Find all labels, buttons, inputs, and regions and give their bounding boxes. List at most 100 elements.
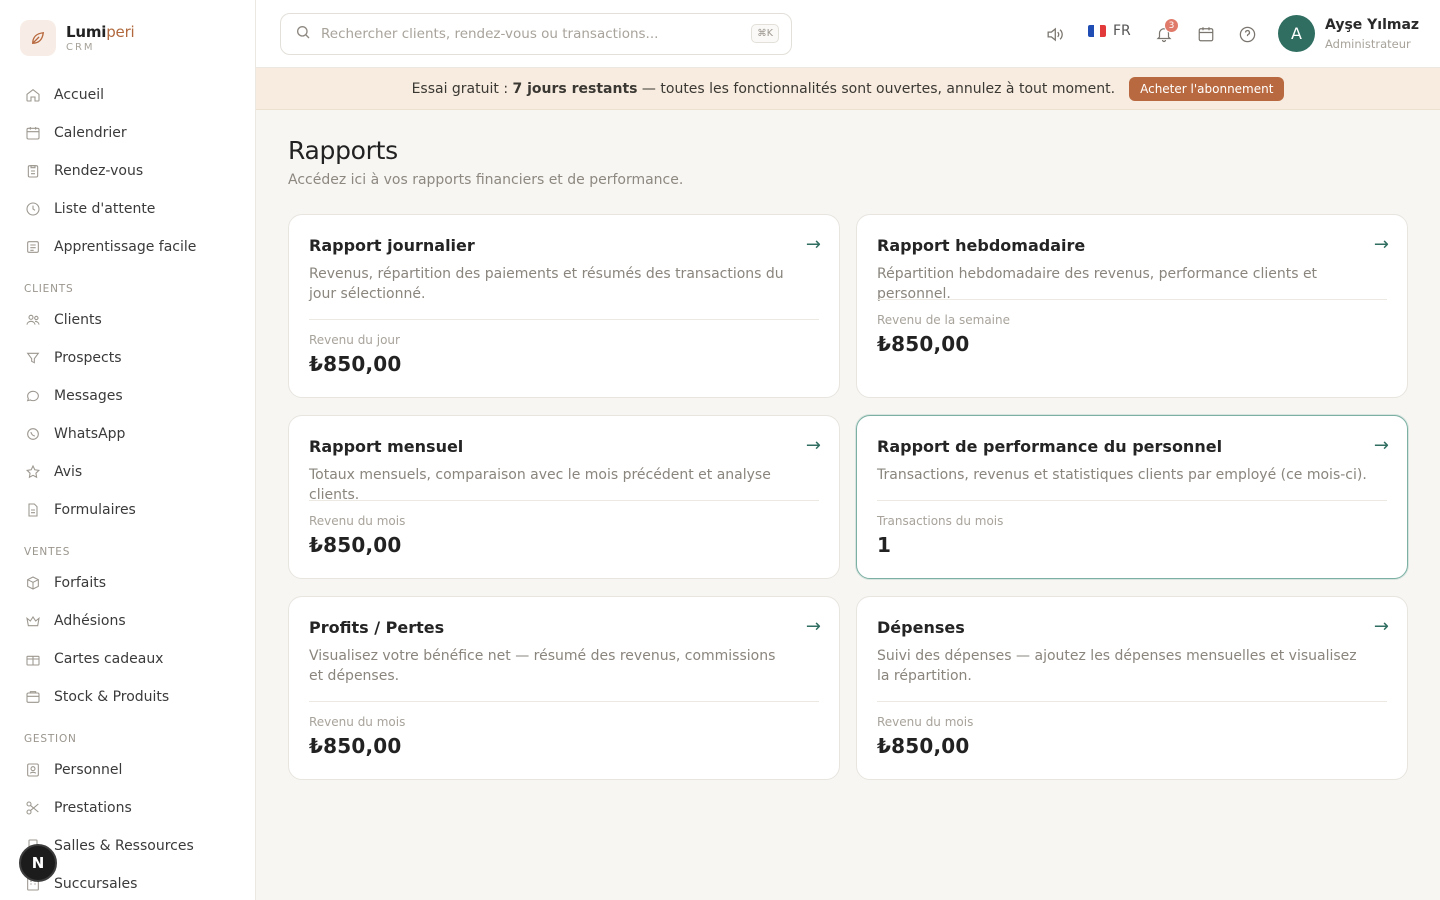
sidebar-item-prospects[interactable]: Prospects (0, 339, 255, 377)
crown-icon (24, 612, 42, 630)
sidebar-item-label: Adhésions (54, 613, 126, 629)
card-title: Profits / Pertes (309, 618, 445, 637)
card-divider (309, 500, 819, 501)
brand-name: Lumiperi (66, 23, 135, 41)
scissors-icon (24, 799, 42, 817)
sidebar-item-avis[interactable]: Avis (0, 453, 255, 491)
card-divider (877, 701, 1387, 702)
gift-icon (24, 650, 42, 668)
card-description: Totaux mensuels, comparaison avec le moi… (309, 467, 771, 503)
document-icon (24, 501, 42, 519)
arrow-right-icon: → (805, 616, 821, 637)
sidebar-nav: Accueil Calendrier Rendez-vous Liste d'a… (0, 76, 255, 900)
floating-n-button[interactable]: N (19, 844, 57, 882)
sidebar-item-formulaires[interactable]: Formulaires (0, 491, 255, 529)
speaker-icon[interactable] (1042, 22, 1066, 46)
brand-subtitle: CRM (66, 42, 95, 53)
calendar-icon[interactable] (1194, 22, 1218, 46)
sidebar-item-prestations[interactable]: Prestations (0, 789, 255, 827)
search-input[interactable] (321, 26, 741, 42)
arrow-right-icon: → (1373, 616, 1389, 637)
card-metric-label: Transactions du mois (877, 514, 1004, 528)
topbar: ⌘K FR 3 A Ayşe Yılmaz Administrateur (256, 0, 1440, 68)
sidebar-item-forfaits[interactable]: Forfaits (0, 564, 255, 602)
brand[interactable]: Lumiperi CRM (0, 0, 255, 76)
sidebar-item-clients[interactable]: Clients (0, 301, 255, 339)
card-description: Transactions, revenus et statistiques cl… (877, 467, 1367, 483)
users-icon (24, 311, 42, 329)
banner-text: Essai gratuit : 7 jours restants — toute… (411, 80, 1116, 97)
sidebar-item-label: Salles & Ressources (54, 838, 194, 854)
sidebar-item-adhesions[interactable]: Adhésions (0, 602, 255, 640)
report-card-staff-performance[interactable]: Rapport de performance du personnel → Tr… (856, 415, 1408, 579)
sidebar-item-label: Apprentissage facile (54, 239, 197, 255)
whatsapp-icon (24, 425, 42, 443)
sidebar-item-label: Forfaits (54, 575, 107, 591)
language-selector[interactable]: FR (1088, 23, 1131, 39)
avatar[interactable]: A (1278, 15, 1315, 52)
sidebar-item-personnel[interactable]: Personnel (0, 751, 255, 789)
help-icon[interactable] (1235, 22, 1259, 46)
language-label: FR (1113, 23, 1131, 39)
home-icon (24, 86, 42, 104)
sidebar-item-messages[interactable]: Messages (0, 377, 255, 415)
arrow-right-icon: → (805, 435, 821, 456)
report-card-weekly[interactable]: Rapport hebdomadaire → Répartition hebdo… (856, 214, 1408, 398)
sidebar-item-label: Rendez-vous (54, 163, 144, 179)
report-card-monthly[interactable]: Rapport mensuel → Totaux mensuels, compa… (288, 415, 840, 579)
page-title: Rapports (288, 136, 398, 165)
card-metric-value: ₺850,00 (309, 352, 402, 376)
card-title: Rapport journalier (309, 236, 475, 255)
sidebar-item-label: Formulaires (54, 502, 136, 518)
notification-count-badge: 3 (1164, 18, 1179, 33)
sidebar-item-label: Accueil (54, 87, 104, 103)
french-flag-icon (1088, 25, 1106, 37)
card-metric-label: Revenu du mois (309, 514, 406, 528)
sidebar-item-calendrier[interactable]: Calendrier (0, 114, 255, 152)
page-subtitle: Accédez ici à vos rapports financiers et… (288, 172, 684, 188)
report-card-profit-loss[interactable]: Profits / Pertes → Visualisez votre béné… (288, 596, 840, 780)
sidebar-item-apprentissage[interactable]: Apprentissage facile (0, 228, 255, 266)
card-title: Rapport hebdomadaire (877, 236, 1086, 255)
card-divider (309, 319, 819, 320)
sidebar-item-label: Prospects (54, 350, 122, 366)
card-metric-value: ₺850,00 (877, 332, 970, 356)
sidebar-section-title: VENTES (24, 546, 71, 558)
search-icon (295, 24, 311, 44)
search-box[interactable]: ⌘K (280, 13, 792, 55)
sidebar-item-accueil[interactable]: Accueil (0, 76, 255, 114)
sidebar-item-whatsapp[interactable]: WhatsApp (0, 415, 255, 453)
sidebar-item-cartes-cadeaux[interactable]: Cartes cadeaux (0, 640, 255, 678)
card-metric-value: 1 (877, 533, 892, 557)
report-card-daily[interactable]: Rapport journalier → Revenus, répartitio… (288, 214, 840, 398)
sidebar-item-rendez-vous[interactable]: Rendez-vous (0, 152, 255, 190)
inventory-icon (24, 688, 42, 706)
sidebar-item-label: Cartes cadeaux (54, 651, 164, 667)
box-icon (24, 574, 42, 592)
card-description: Revenus, répartition des paiements et ré… (309, 266, 784, 302)
sidebar-item-stock[interactable]: Stock & Produits (0, 678, 255, 716)
sidebar-item-label: Stock & Produits (54, 689, 170, 705)
sidebar-item-label: Personnel (54, 762, 123, 778)
clipboard-icon (24, 162, 42, 180)
sidebar-item-label: Liste d'attente (54, 201, 156, 217)
card-description: Répartition hebdomadaire des revenus, pe… (877, 266, 1318, 302)
card-metric-label: Revenu du mois (309, 715, 406, 729)
user-role: Administrateur (1325, 37, 1411, 51)
sidebar-item-label: Messages (54, 388, 123, 404)
calendar-icon (24, 124, 42, 142)
card-divider (309, 701, 819, 702)
card-description: Suivi des dépenses — ajoutez les dépense… (877, 648, 1357, 684)
bell-icon[interactable]: 3 (1152, 18, 1179, 46)
card-metric-value: ₺850,00 (309, 734, 402, 758)
card-title: Rapport mensuel (309, 437, 464, 456)
card-title: Dépenses (877, 618, 965, 637)
sidebar-item-liste-attente[interactable]: Liste d'attente (0, 190, 255, 228)
search-shortcut: ⌘K (751, 24, 779, 43)
card-metric-label: Revenu du jour (309, 333, 400, 347)
user-name[interactable]: Ayşe Yılmaz (1325, 17, 1419, 33)
clock-icon (24, 200, 42, 218)
report-card-expenses[interactable]: Dépenses → Suivi des dépenses — ajoutez … (856, 596, 1408, 780)
card-divider (877, 299, 1387, 300)
buy-subscription-button[interactable]: Acheter l'abonnement (1129, 76, 1285, 101)
